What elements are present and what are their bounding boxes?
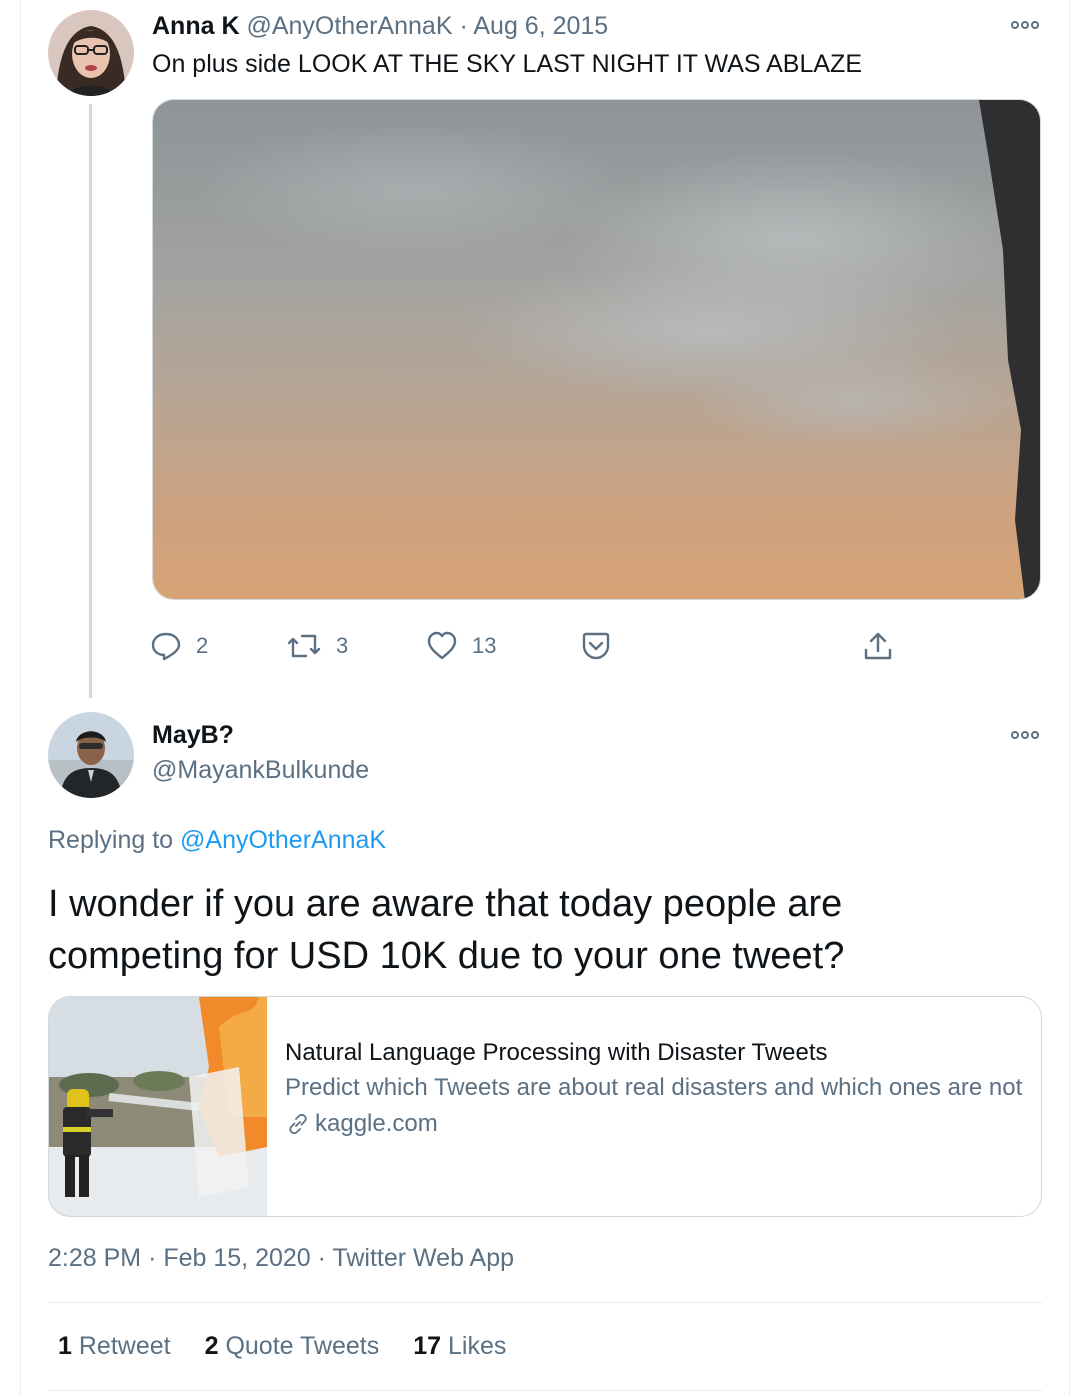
bookmark-icon (582, 632, 610, 660)
card-domain-row: kaggle.com (285, 1110, 1022, 1138)
tweet1-photo[interactable] (152, 99, 1041, 600)
tweet-time[interactable]: 2:28 PM (48, 1244, 141, 1272)
likes-label: Likes (448, 1332, 507, 1360)
thread-line (89, 104, 92, 698)
likes-stat[interactable]: 17 Likes (413, 1332, 506, 1361)
tweet-source[interactable]: Twitter Web App (332, 1244, 514, 1272)
more-icon[interactable] (1011, 731, 1039, 739)
share-icon (864, 632, 892, 660)
card-image (49, 997, 267, 1216)
link-icon (289, 1113, 307, 1135)
avatar-mayb[interactable] (48, 712, 134, 798)
tweet1-date[interactable]: Aug 6, 2015 (473, 12, 608, 40)
tweet2-meta: 2:28 PM · Feb 15, 2020 · Twitter Web App (48, 1244, 514, 1273)
card-description: Predict which Tweets are about real disa… (285, 1074, 1023, 1101)
tweet1-display-name[interactable]: Anna K (152, 12, 240, 40)
likes-count: 17 (413, 1332, 442, 1360)
tweet2-handle[interactable]: @MayankBulkunde (152, 756, 369, 785)
replying-prefix: Replying to (48, 826, 174, 854)
retweets-stat[interactable]: 1 Retweet (58, 1332, 171, 1361)
share-button[interactable] (862, 630, 894, 662)
reply-button[interactable]: 2 (150, 630, 208, 662)
avatar-anna[interactable] (48, 10, 134, 96)
quote-tweets-stat[interactable]: 2 Quote Tweets (205, 1332, 380, 1361)
replying-to-link[interactable]: @AnyOtherAnnaK (180, 826, 386, 854)
tweet1-header: Anna K @AnyOtherAnnaK · Aug 6, 2015 (152, 12, 608, 41)
tweet1-actions: 2 3 13 (150, 630, 910, 666)
tweet2-stats: 1 Retweet 2 Quote Tweets 17 Likes (58, 1332, 506, 1361)
tweet2-display-name[interactable]: MayB? (152, 721, 234, 750)
card-body: Natural Language Processing with Disaste… (267, 997, 1040, 1216)
card-domain: kaggle.com (315, 1110, 438, 1137)
quotes-count: 2 (204, 1332, 219, 1360)
divider (48, 1302, 1042, 1303)
replying-to: Replying to @AnyOtherAnnaK (48, 826, 386, 855)
meta-separator: · (148, 1244, 157, 1272)
reply-icon (151, 632, 181, 661)
tweet1-handle[interactable]: @AnyOtherAnnaK (246, 12, 452, 40)
more-icon[interactable] (1011, 21, 1039, 29)
link-card[interactable]: Natural Language Processing with Disaste… (48, 996, 1042, 1217)
retweets-count: 1 (58, 1332, 72, 1360)
like-icon (427, 631, 457, 660)
retweet-button[interactable]: 3 (286, 630, 348, 662)
divider (48, 1390, 1042, 1391)
retweet-count: 3 (336, 633, 349, 658)
like-count: 13 (472, 633, 497, 658)
tweet1-separator: · (459, 12, 468, 40)
retweet-icon (287, 634, 321, 658)
like-button[interactable]: 13 (426, 630, 496, 662)
tweet1-text: On plus side LOOK AT THE SKY LAST NIGHT … (152, 50, 862, 78)
tweet-date[interactable]: Feb 15, 2020 (163, 1244, 310, 1272)
card-title: Natural Language Processing with Disaste… (285, 1039, 828, 1066)
retweets-label: Retweet (78, 1332, 171, 1360)
meta-separator: · (317, 1244, 326, 1272)
bookmark-button[interactable] (580, 630, 612, 662)
reply-count: 2 (196, 633, 209, 658)
quotes-label: Quote Tweets (225, 1332, 380, 1360)
tweet2-text: I wonder if you are aware that today peo… (48, 883, 845, 977)
